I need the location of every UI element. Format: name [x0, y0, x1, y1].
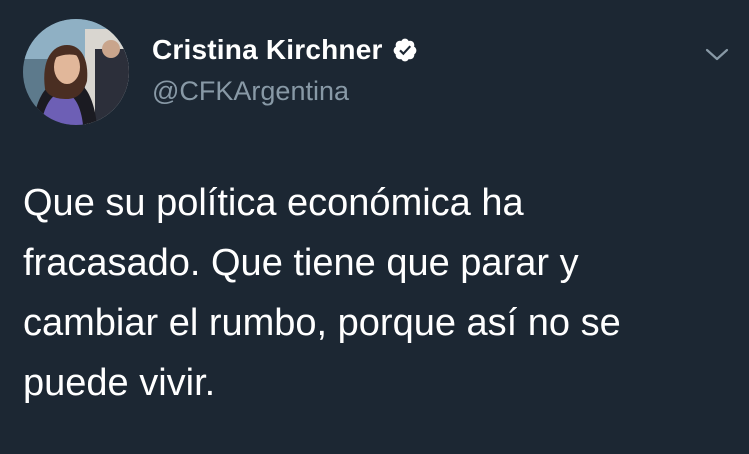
- chevron-down-icon[interactable]: [704, 46, 730, 64]
- avatar[interactable]: [23, 19, 129, 125]
- avatar-photo: [23, 19, 129, 125]
- verified-badge-icon: [392, 37, 418, 63]
- tweet-text-line: Que su política económica ha: [23, 182, 524, 224]
- tweet-text-line: puede vivir.: [23, 362, 216, 404]
- author-handle[interactable]: @CFKArgentina: [152, 76, 349, 107]
- tweet-card: Cristina Kirchner @CFKArgentina Que su p…: [0, 0, 749, 454]
- author-display-name[interactable]: Cristina Kirchner: [152, 34, 383, 66]
- author-name-row[interactable]: Cristina Kirchner: [152, 34, 418, 66]
- tweet-text-line: cambiar el rumbo, porque así no se: [23, 302, 621, 344]
- tweet-text: Que su política económica ha fracasado. …: [23, 173, 733, 413]
- tweet-text-line: fracasado. Que tiene que parar y: [23, 242, 579, 284]
